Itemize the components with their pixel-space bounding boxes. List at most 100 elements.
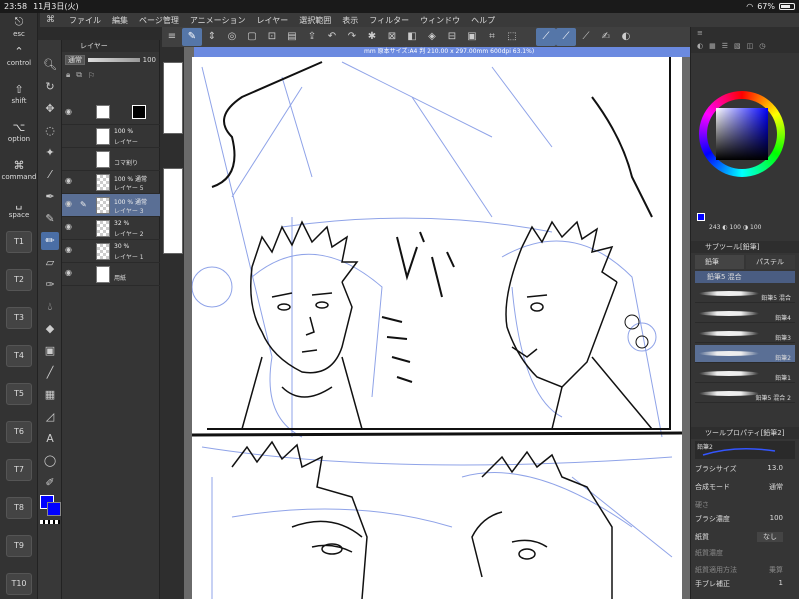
fill-icon[interactable]: ◧	[402, 28, 422, 46]
t3-key[interactable]: T3	[6, 307, 32, 329]
brush-item[interactable]: 鉛筆5 混合 2	[695, 385, 795, 403]
paper-density-row[interactable]: 紙質濃度	[695, 548, 795, 560]
brush-item[interactable]: 鉛筆5 混合	[695, 285, 795, 303]
zoom-tool-icon[interactable]: 🔍︎	[41, 56, 59, 74]
t6-key[interactable]: T6	[6, 421, 32, 443]
t10-key[interactable]: T10	[6, 573, 32, 595]
layer-row[interactable]: ◉ 32 % レイヤー 2	[62, 217, 160, 240]
app-logo-icon[interactable]: ⌘	[46, 15, 58, 25]
blend-mode-select[interactable]: 通常	[65, 55, 85, 65]
visibility-eye-icon[interactable]: ◉	[65, 200, 74, 208]
menu-filter[interactable]: フィルター	[369, 15, 409, 26]
layer-row-frame[interactable]: コマ割り	[62, 148, 160, 171]
new-icon[interactable]: ▢	[242, 28, 262, 46]
move-tool-icon[interactable]: ✥	[41, 100, 59, 118]
manga-page[interactable]	[191, 57, 683, 599]
redo-icon[interactable]: ↷	[342, 28, 362, 46]
layer-lock-icon[interactable]: 🔒︎	[66, 70, 70, 80]
menu-layer[interactable]: レイヤー	[257, 15, 289, 26]
sub-color-swatch[interactable]	[47, 502, 61, 516]
gradient-tool-icon[interactable]: ▣	[41, 342, 59, 360]
menu-view[interactable]: 表示	[342, 15, 358, 26]
t4-key[interactable]: T4	[6, 345, 32, 367]
airbrush-icon[interactable]: ✑	[41, 276, 59, 294]
shift-key[interactable]: ⇧ shift	[0, 83, 38, 105]
invert-icon[interactable]: ▣	[462, 28, 482, 46]
page-thumbnail[interactable]	[163, 168, 183, 254]
layer-row-folder[interactable]: ◉	[62, 102, 160, 125]
option-key[interactable]: ⌥ option	[0, 121, 38, 143]
special-ruler-icon[interactable]: ⟋	[556, 28, 576, 46]
panel-menu-icon[interactable]: ≡	[697, 29, 703, 37]
command-key[interactable]: ⌘ command	[0, 159, 38, 181]
pen-pressure-icon[interactable]: ✍	[596, 28, 616, 46]
subtool-tab-pencil[interactable]: 鉛筆	[695, 255, 744, 269]
layer-row[interactable]: ◉ 30 % レイヤー 1	[62, 240, 160, 263]
magic-wand-icon[interactable]: ✦	[41, 144, 59, 162]
blend-mode-row[interactable]: 合成モード 通常	[695, 482, 795, 494]
visibility-eye-icon[interactable]: ◉	[65, 177, 74, 185]
brush-item[interactable]: 鉛筆4	[695, 305, 795, 323]
color-wheel[interactable]	[699, 91, 785, 177]
text-tool-icon[interactable]: A	[41, 430, 59, 448]
lasso-tool-icon[interactable]: ◌	[41, 122, 59, 140]
space-key[interactable]: ␣ space	[0, 197, 38, 219]
undo-icon[interactable]: ↶	[322, 28, 342, 46]
layer-row[interactable]: ◉ 100 % 通常 レイヤー 5	[62, 171, 160, 194]
menu-icon[interactable]: ≡	[162, 28, 182, 46]
fill-tool-icon[interactable]: ◆	[41, 320, 59, 338]
paper-texture-row[interactable]: 紙質 なし	[695, 532, 795, 544]
settings-icon[interactable]: ✱	[362, 28, 382, 46]
deselect-icon[interactable]: ⊟	[442, 28, 462, 46]
hardness-row[interactable]: 硬さ	[695, 500, 795, 512]
color-history-tab-icon[interactable]: ◷	[759, 42, 765, 50]
color-icon[interactable]: ◐	[616, 28, 636, 46]
balloon-tool-icon[interactable]: ◯	[41, 452, 59, 470]
subtool-tab-pastel[interactable]: パステル	[746, 255, 795, 269]
layer-clip-icon[interactable]: ⧉	[76, 70, 82, 80]
paper-method-row[interactable]: 紙質適用方法 乗算	[695, 565, 795, 577]
open-icon[interactable]: ⊡	[262, 28, 282, 46]
menu-file[interactable]: ファイル	[69, 15, 101, 26]
color-set-tab-icon[interactable]: ▦	[709, 42, 716, 50]
eraser-icon[interactable]: ▱	[41, 254, 59, 272]
line-tool-icon[interactable]: ╱	[41, 364, 59, 382]
visibility-eye-icon[interactable]: ◉	[65, 223, 74, 231]
stabilization-row[interactable]: 手ブレ補正 1	[695, 579, 795, 591]
opacity-slider[interactable]	[88, 58, 140, 62]
blend-tool-icon[interactable]: 💧︎	[41, 298, 59, 316]
view-icon[interactable]: ◎	[222, 28, 242, 46]
menu-animation[interactable]: アニメーション	[190, 15, 246, 26]
layer-tab[interactable]: レイヤー	[62, 40, 159, 52]
approx-color-tab-icon[interactable]: ◫	[747, 42, 754, 50]
visibility-eye-icon[interactable]: ◉	[65, 246, 74, 254]
opacity-value[interactable]: 100	[143, 56, 156, 64]
brush-size-row[interactable]: ブラシサイズ 13.0	[695, 464, 795, 476]
color-slider-tab-icon[interactable]: ☰	[722, 42, 728, 50]
brush-tool-icon[interactable]: ✎	[41, 210, 59, 228]
brush-item-selected[interactable]: 鉛筆2	[695, 345, 795, 363]
ruler-tool-icon[interactable]: ◿	[41, 408, 59, 426]
menu-window[interactable]: ウィンドウ	[420, 15, 460, 26]
t8-key[interactable]: T8	[6, 497, 32, 519]
current-color-swatch[interactable]	[697, 213, 705, 221]
t9-key[interactable]: T9	[6, 535, 32, 557]
frame-tool-icon[interactable]: ▦	[41, 386, 59, 404]
ruler-snap-icon[interactable]: ⟋	[536, 28, 556, 46]
subtool-group[interactable]: 鉛筆5 混合	[695, 271, 795, 283]
layer-row-paper[interactable]: ◉ 用紙	[62, 263, 160, 286]
correct-line-icon[interactable]: ✐	[41, 474, 59, 492]
menu-selection[interactable]: 選択範囲	[299, 15, 331, 26]
layer-ref-icon[interactable]: ⚐	[88, 71, 95, 80]
menu-help[interactable]: ヘルプ	[471, 15, 495, 26]
clear-icon[interactable]: ⊠	[382, 28, 402, 46]
export-icon[interactable]: ⇪	[302, 28, 322, 46]
pen-mode-icon[interactable]: ✎	[182, 28, 202, 46]
page-thumbnail[interactable]	[163, 62, 183, 134]
canvas-area[interactable]	[184, 47, 690, 599]
transform-icon[interactable]: ◈	[422, 28, 442, 46]
save-icon[interactable]: ▤	[282, 28, 302, 46]
grid-snap-icon[interactable]: ⟋	[576, 28, 596, 46]
intermediate-color-tab-icon[interactable]: ▧	[734, 42, 741, 50]
pencil-tool-icon[interactable]: ✏	[41, 232, 59, 250]
